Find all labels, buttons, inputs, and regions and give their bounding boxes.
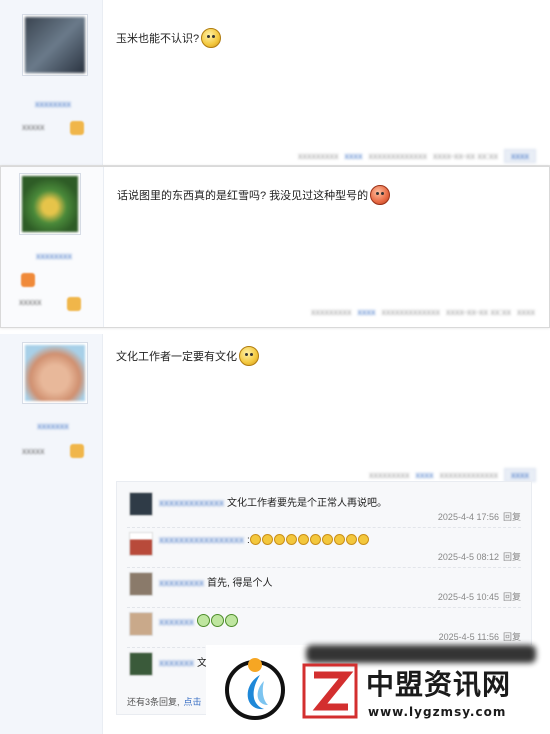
subreply-text: xxxxxxxxx 首先, 得是个人 (159, 578, 273, 589)
watermark: 中盟资讯网 www.lygzmsy.com (206, 645, 550, 734)
reply-button[interactable]: xxxx (504, 468, 536, 482)
post-tail: xxxxxxxxx xxxx xxxxxxxxxxxxx xxxx (363, 468, 536, 482)
grin-emoji-icon (239, 346, 259, 366)
subreply-reply-link[interactable]: 回复 (503, 512, 521, 522)
level-badge-icon (70, 444, 84, 458)
avatar[interactable] (129, 532, 153, 556)
subreply-reply-link[interactable]: 回复 (503, 592, 521, 602)
reply-button[interactable]: xxxx (504, 149, 536, 163)
subreply-item: xxxxxxxxxxxxxxxxx: 2025-4-5 08:12 回复 (127, 528, 521, 568)
subreply-meta: 2025-4-5 10:45 回复 (438, 590, 521, 603)
level-label: xxxxx (22, 446, 45, 456)
subreply-text: xxxxxxxxxxxxxxxxx: (159, 534, 370, 546)
report-link[interactable]: xxxx (358, 307, 376, 317)
watermark-url: www.lygzmsy.com (368, 705, 507, 719)
author-sidebar: xxxxxxx xxxxx (0, 334, 103, 734)
subreply-username[interactable]: xxxxxxxxxxxxxxxxx (159, 535, 244, 546)
level-badge-icon (67, 297, 81, 311)
subreply-text: xxxxxxx 文 (159, 658, 207, 669)
subreply-item: xxxxxxx 2025-4-5 11:56 回复 (127, 608, 521, 648)
watermark-logo-icon (225, 658, 285, 720)
avatar[interactable] (129, 612, 153, 636)
subreply-item: xxxxxxxxxxxxx 文化工作者要先是个正常人再说吧。 2025-4-4 1… (127, 488, 521, 528)
avatar[interactable] (129, 572, 153, 596)
post-content: 玉米也能不认识? (116, 28, 536, 48)
subreply-meta: 2025-4-5 11:56 回复 (439, 630, 521, 643)
subreply-time: 2025-4-5 10:45 (437, 592, 499, 602)
subreply-reply-link[interactable]: 回复 (503, 552, 521, 562)
username[interactable]: xxxxxxx (10, 421, 96, 431)
subreply-time: 2025-4-5 08:12 (437, 552, 499, 562)
watermark-blur (306, 645, 536, 663)
subreply-text: xxxxxxx (159, 614, 239, 628)
avatar[interactable] (129, 652, 153, 676)
post-tail: xxxxxxxxx xxxx xxxxxxxxxxxxx xxxx-xx-xx xx:… (311, 307, 535, 317)
level-badge-icon (21, 273, 35, 287)
post-2: xxxxxxxx xxxxx 话说图里的东西真的是红雪吗? 我没见过这种型号的 … (0, 166, 550, 328)
post-content: 文化工作者一定要有文化 (116, 346, 536, 366)
post-text: 玉米也能不认识? (116, 33, 200, 45)
subreply-username[interactable]: xxxxxxxxxxxxx (159, 498, 224, 509)
subreply-time: 2025-4-5 11:56 (438, 632, 499, 642)
author-sidebar: xxxxxxxx xxxxx (1, 167, 104, 327)
angry-red-emoji-icon (370, 185, 391, 205)
watermark-z-icon (302, 663, 358, 719)
emoji-row (249, 534, 370, 546)
subreply-username[interactable]: xxxxxxxxx (159, 578, 204, 589)
crying-emoji-row (197, 614, 239, 628)
subreply-reply-link[interactable]: 回复 (503, 632, 521, 642)
username[interactable]: xxxxxxxx (11, 251, 97, 261)
level-label: xxxxx (22, 122, 45, 132)
subreply-meta: 2025-4-4 17:56 回复 (438, 510, 521, 523)
post-text: 话说图里的东西真的是红雪吗? 我没见过这种型号的 (117, 190, 369, 202)
post-1: xxxxxxxx xxxxx 玉米也能不认识? xxxxxxxxx xxxx xxx… (0, 0, 550, 166)
avatar[interactable] (22, 14, 88, 76)
grimace-emoji-icon (201, 28, 222, 48)
author-sidebar: xxxxxxxx xxxxx (0, 0, 103, 165)
more-replies: 还有3条回复, 点击 (127, 697, 202, 707)
avatar[interactable] (22, 342, 88, 404)
watermark-title: 中盟资讯网 (366, 668, 512, 701)
avatar[interactable] (129, 492, 153, 516)
level-badge-icon (70, 121, 84, 135)
report-link[interactable]: xxxx (416, 470, 434, 480)
report-link[interactable]: xxxx (345, 151, 363, 161)
subreply-meta: 2025-4-5 08:12 回复 (438, 550, 521, 563)
subreply-item: xxxxxxxxx 首先, 得是个人 2025-4-5 10:45 回复 (127, 568, 521, 608)
post-tail: xxxxxxxxx xxxx xxxxxxxxxxxxx xxxx-xx-xx xx:… (292, 149, 536, 163)
username[interactable]: xxxxxxxx (10, 99, 96, 109)
subreply-username[interactable]: xxxxxxx (159, 658, 194, 669)
post-text: 文化工作者一定要有文化 (116, 351, 237, 363)
subreply-text: xxxxxxxxxxxxx 文化工作者要先是个正常人再说吧。 (159, 498, 387, 509)
post-content: 话说图里的东西真的是红雪吗? 我没见过这种型号的 (117, 185, 535, 205)
avatar[interactable] (19, 173, 81, 235)
subreply-time: 2025-4-4 17:56 (437, 512, 499, 522)
subreply-username[interactable]: xxxxxxx (159, 617, 194, 628)
level-label: xxxxx (19, 297, 42, 307)
more-replies-link[interactable]: 点击 (184, 697, 202, 707)
